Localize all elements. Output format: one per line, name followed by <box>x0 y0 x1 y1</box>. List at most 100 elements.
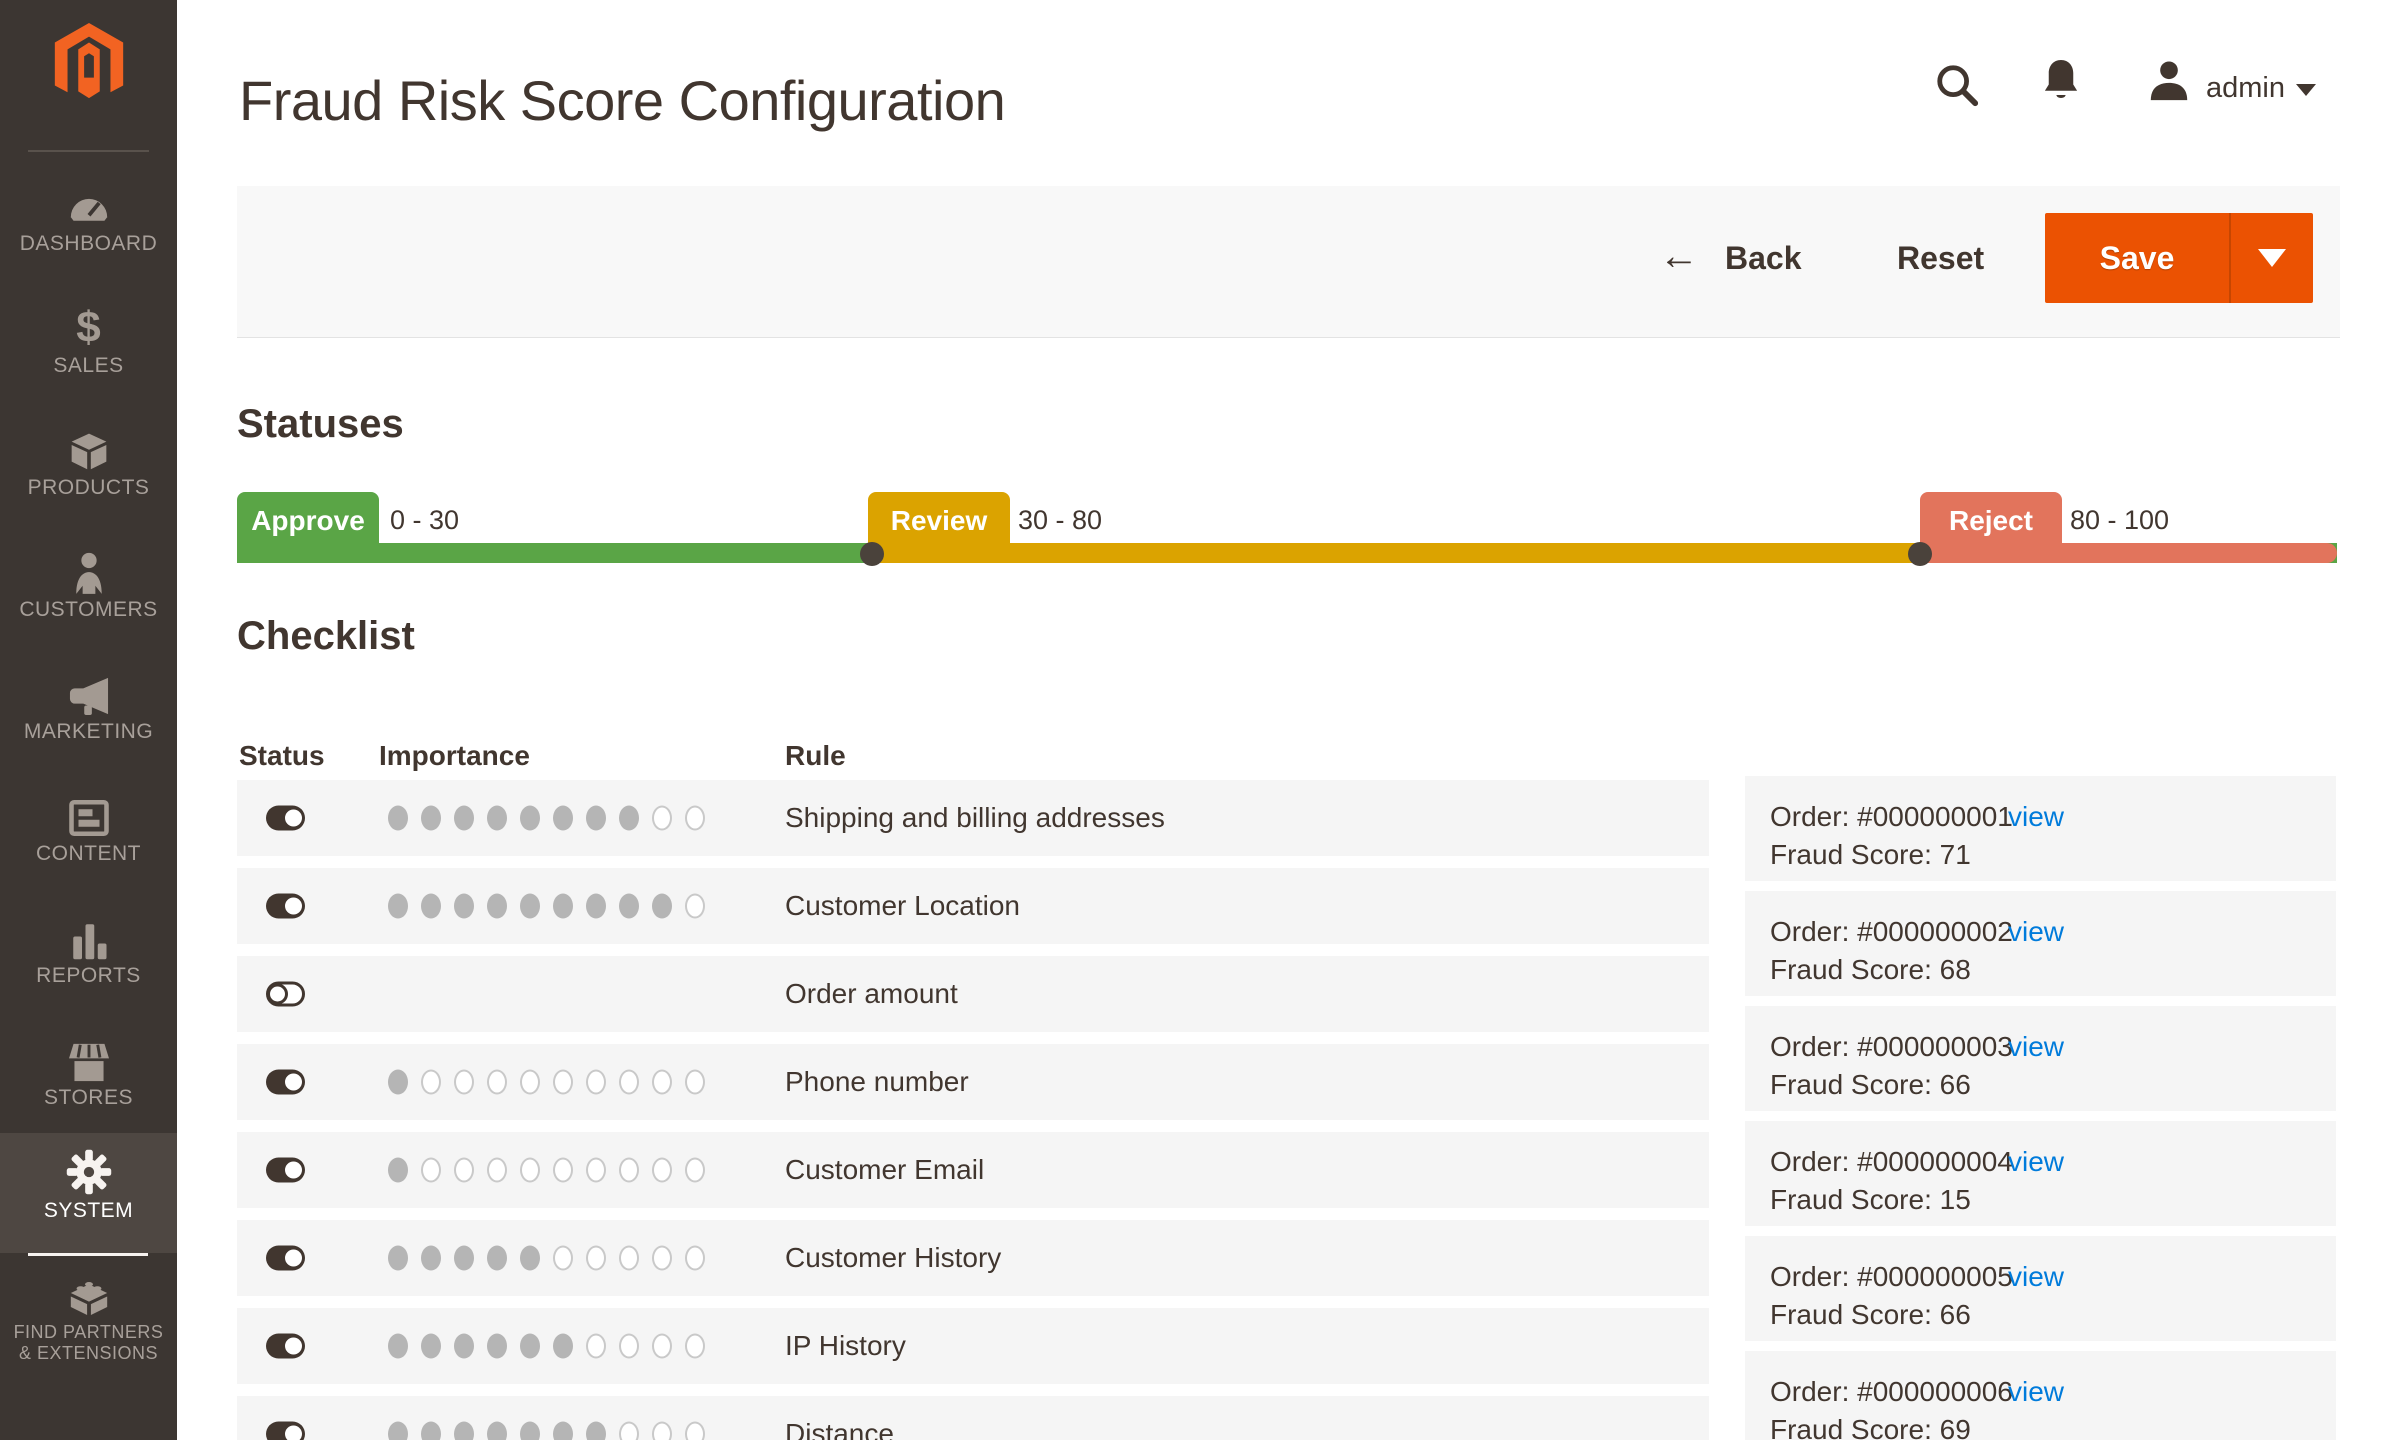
sidebar-item-reports[interactable]: REPORTS <box>0 920 177 988</box>
importance-dot[interactable] <box>388 894 408 919</box>
view-link[interactable]: view <box>2008 1028 2064 1066</box>
importance-dot[interactable] <box>652 806 672 831</box>
save-button[interactable]: Save <box>2045 213 2313 303</box>
reset-button[interactable]: Reset <box>1897 240 1984 277</box>
admin-user-menu[interactable]: admin <box>2206 72 2285 105</box>
importance-dot[interactable] <box>586 1422 606 1440</box>
sidebar-item-sales[interactable]: $ SALES <box>0 306 177 378</box>
importance-dot[interactable] <box>619 806 639 831</box>
importance-dot[interactable] <box>652 1422 672 1440</box>
importance-dot[interactable] <box>520 1246 540 1271</box>
user-icon[interactable] <box>2146 58 2192 104</box>
importance-dot[interactable] <box>520 1334 540 1359</box>
save-options-toggle[interactable] <box>2229 213 2313 303</box>
importance-dot[interactable] <box>586 1070 606 1095</box>
importance-dot[interactable] <box>586 1158 606 1183</box>
importance-dot[interactable] <box>454 1422 474 1440</box>
importance-dot[interactable] <box>520 1070 540 1095</box>
importance-dot[interactable] <box>652 1334 672 1359</box>
sidebar-item-content[interactable]: CONTENT <box>0 798 177 866</box>
importance-dot[interactable] <box>421 806 441 831</box>
importance-dot[interactable] <box>652 894 672 919</box>
importance-dot[interactable] <box>421 1070 441 1095</box>
importance-dot[interactable] <box>553 1158 573 1183</box>
sidebar-item-customers[interactable]: CUSTOMERS <box>0 552 177 622</box>
importance-dot[interactable] <box>454 1070 474 1095</box>
status-toggle[interactable] <box>266 1334 305 1359</box>
importance-dot[interactable] <box>619 894 639 919</box>
importance-dot[interactable] <box>685 894 705 919</box>
importance-dot[interactable] <box>685 1070 705 1095</box>
importance-dot[interactable] <box>553 894 573 919</box>
importance-dot[interactable] <box>388 1422 408 1440</box>
slider-handle-approve-review[interactable] <box>860 542 884 566</box>
importance-dot[interactable] <box>487 1422 507 1440</box>
importance-dot[interactable] <box>487 1158 507 1183</box>
status-toggle[interactable] <box>266 806 305 831</box>
importance-dot[interactable] <box>388 806 408 831</box>
importance-dot[interactable] <box>586 1334 606 1359</box>
importance-dot[interactable] <box>685 1334 705 1359</box>
importance-dot[interactable] <box>388 1070 408 1095</box>
view-link[interactable]: view <box>2008 798 2064 836</box>
importance-dot[interactable] <box>652 1246 672 1271</box>
importance-dot[interactable] <box>553 1246 573 1271</box>
importance-dot[interactable] <box>520 1422 540 1440</box>
importance-dot[interactable] <box>421 1334 441 1359</box>
sidebar-item-find-partners[interactable]: FIND PARTNERS & EXTENSIONS <box>0 1272 177 1364</box>
importance-dot[interactable] <box>685 1246 705 1271</box>
importance-dot[interactable] <box>487 806 507 831</box>
view-link[interactable]: view <box>2008 1373 2064 1411</box>
importance-dot[interactable] <box>619 1246 639 1271</box>
importance-dot[interactable] <box>421 1158 441 1183</box>
view-link[interactable]: view <box>2008 1143 2064 1181</box>
sidebar-item-marketing[interactable]: MARKETING <box>0 676 177 744</box>
importance-dot[interactable] <box>520 806 540 831</box>
importance-dot[interactable] <box>586 1246 606 1271</box>
arrow-left-icon[interactable]: ← <box>1659 236 1699 276</box>
status-toggle[interactable] <box>266 894 305 919</box>
slider-handle-review-reject[interactable] <box>1908 542 1932 566</box>
status-toggle[interactable] <box>266 1422 305 1440</box>
sidebar-item-system-active[interactable]: SYSTEM <box>0 1133 177 1253</box>
importance-dot[interactable] <box>487 1334 507 1359</box>
status-toggle[interactable] <box>266 1070 305 1095</box>
importance-dot[interactable] <box>619 1422 639 1440</box>
status-toggle[interactable] <box>266 1246 305 1271</box>
importance-dot[interactable] <box>421 1422 441 1440</box>
importance-dot[interactable] <box>553 1334 573 1359</box>
status-toggle[interactable] <box>266 982 305 1007</box>
importance-dot[interactable] <box>454 1334 474 1359</box>
importance-dot[interactable] <box>487 1070 507 1095</box>
importance-dot[interactable] <box>619 1334 639 1359</box>
importance-dot[interactable] <box>388 1158 408 1183</box>
importance-dot[interactable] <box>388 1334 408 1359</box>
importance-dot[interactable] <box>685 806 705 831</box>
importance-dot[interactable] <box>454 806 474 831</box>
importance-dot[interactable] <box>652 1070 672 1095</box>
save-button-label[interactable]: Save <box>2045 213 2229 303</box>
view-link[interactable]: view <box>2008 1258 2064 1296</box>
importance-dot[interactable] <box>586 806 606 831</box>
caret-down-icon[interactable] <box>2296 84 2316 96</box>
sidebar-item-products[interactable]: PRODUCTS <box>0 430 177 500</box>
importance-dot[interactable] <box>553 1422 573 1440</box>
sidebar-item-dashboard[interactable]: DASHBOARD <box>0 188 177 256</box>
importance-dot[interactable] <box>619 1070 639 1095</box>
importance-dot[interactable] <box>619 1158 639 1183</box>
view-link[interactable]: view <box>2008 913 2064 951</box>
importance-dot[interactable] <box>685 1158 705 1183</box>
importance-dot[interactable] <box>487 894 507 919</box>
importance-dot[interactable] <box>553 1070 573 1095</box>
importance-dot[interactable] <box>454 1158 474 1183</box>
importance-dot[interactable] <box>388 1246 408 1271</box>
magento-logo[interactable] <box>53 23 125 105</box>
importance-dot[interactable] <box>454 1246 474 1271</box>
importance-dot[interactable] <box>520 894 540 919</box>
importance-dot[interactable] <box>454 894 474 919</box>
bell-icon[interactable] <box>2040 58 2082 104</box>
status-toggle[interactable] <box>266 1158 305 1183</box>
sidebar-item-stores[interactable]: STORES <box>0 1042 177 1110</box>
importance-dot[interactable] <box>421 894 441 919</box>
importance-dot[interactable] <box>553 806 573 831</box>
